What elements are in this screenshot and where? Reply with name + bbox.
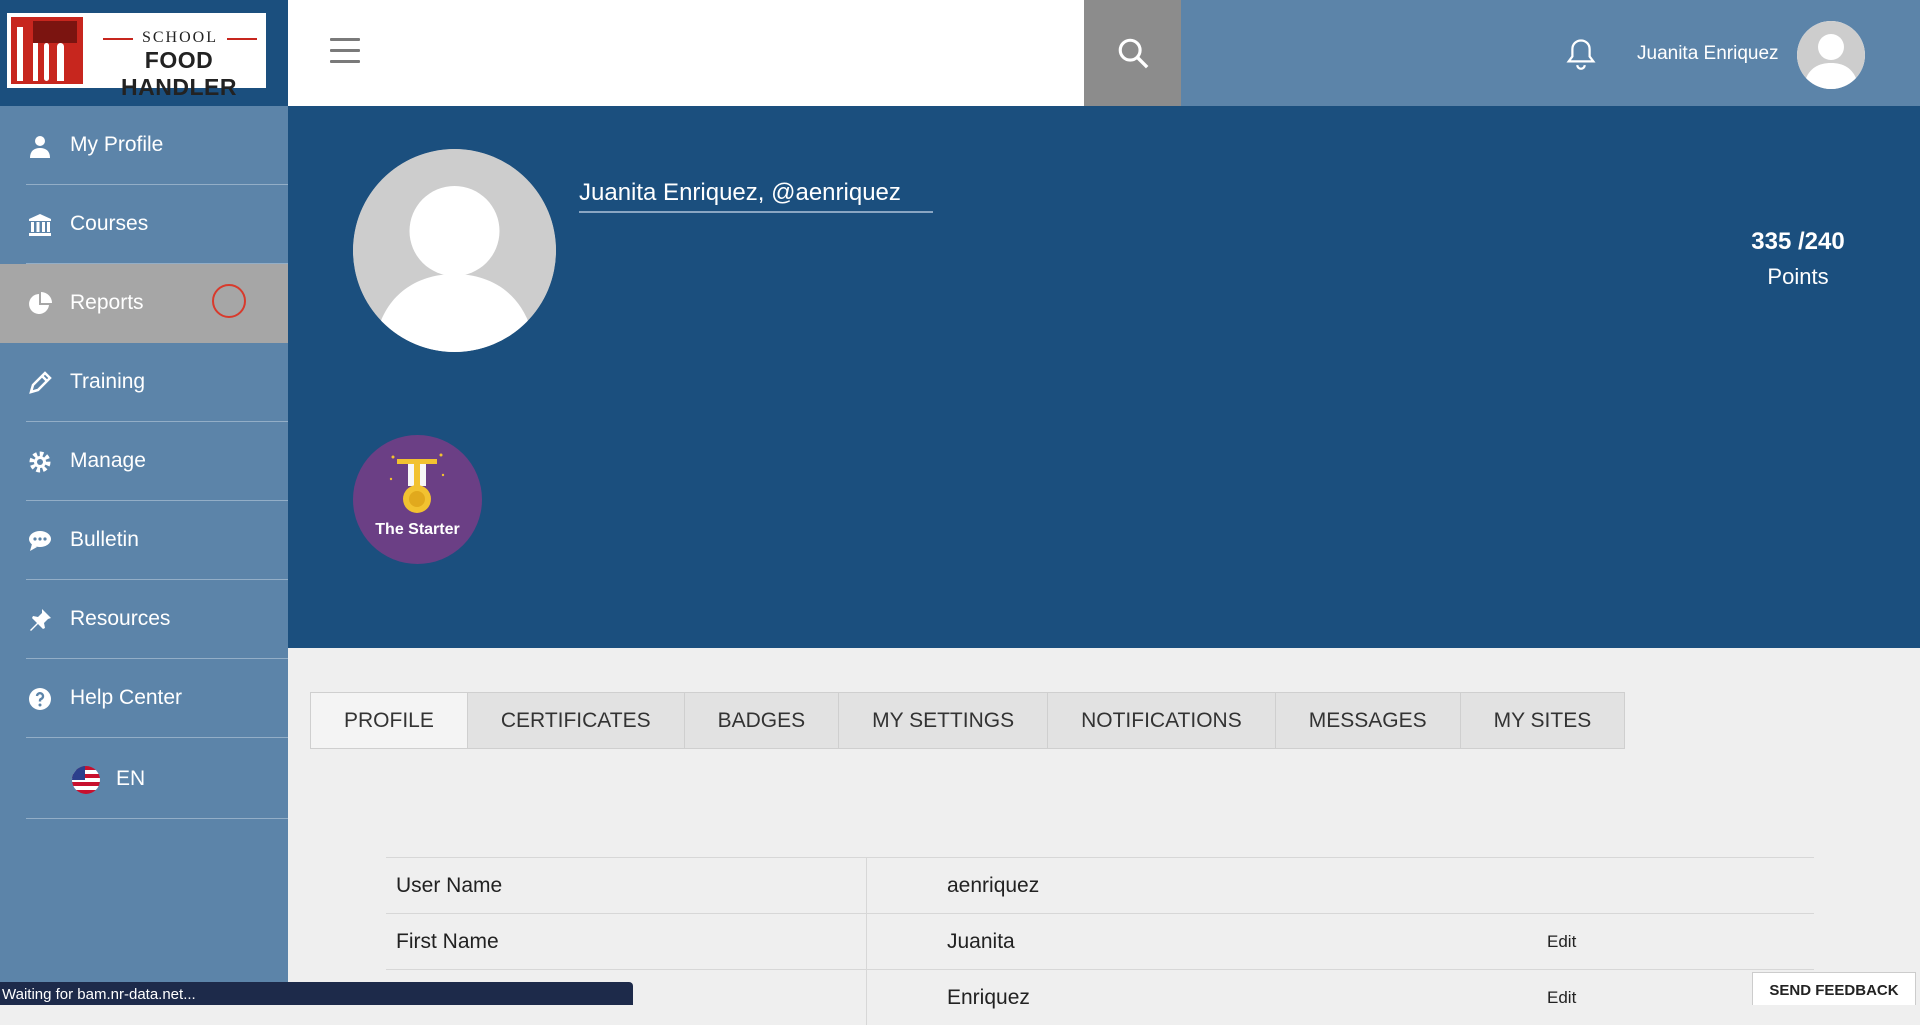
gear-icon [28,450,52,474]
sidebar-item-label: Reports [70,291,144,315]
profile-tabs: PROFILE CERTIFICATES BADGES MY SETTINGS … [310,692,1625,749]
send-feedback-button[interactable]: SEND FEEDBACK [1752,972,1916,1005]
sidebar-item-my-profile[interactable]: My Profile [0,106,288,185]
search-button[interactable] [1084,0,1181,106]
logo-text-school: SCHOOL [102,29,258,47]
tab-my-sites[interactable]: MY SITES [1461,693,1625,748]
edit-button [1547,858,1814,914]
sidebar: SCHOOL FOOD HANDLER My Profile Courses R… [0,0,288,1005]
user-avatar[interactable] [1797,21,1865,89]
sidebar-item-label: Training [70,370,145,394]
profile-avatar[interactable] [353,149,556,352]
top-bar [288,0,1084,106]
question-icon [28,687,52,711]
medal-icon [353,435,482,564]
sidebar-item-label: Resources [70,607,170,631]
bell-icon[interactable] [1566,38,1596,70]
tab-notifications[interactable]: NOTIFICATIONS [1048,693,1276,748]
sidebar-item-resources[interactable]: Resources [0,580,288,659]
field-value: Enriquez [867,970,1548,1025]
tab-my-settings[interactable]: MY SETTINGS [839,693,1048,748]
profile-name-handle: Juanita Enriquez, @aenriquez [579,179,933,213]
sidebar-item-label: Help Center [70,686,182,710]
sidebar-item-bulletin[interactable]: Bulletin [0,501,288,580]
language-label: EN [116,767,145,791]
browser-status-bar: Waiting for bam.nr-data.net... [0,982,633,1005]
field-value: Juanita [867,914,1548,970]
table-row: User Name aenriquez [386,858,1814,914]
logo-area: SCHOOL FOOD HANDLER [0,0,288,106]
hamburger-menu-button[interactable] [330,38,360,66]
bank-icon [28,213,52,237]
sidebar-item-help-center[interactable]: Help Center [0,659,288,738]
tab-profile[interactable]: PROFILE [311,693,468,748]
avatar-silhouette-icon [1797,21,1865,89]
logo-text-food-handler: FOOD HANDLER [94,47,264,101]
points-value: 335 /240 [1700,228,1896,256]
tab-messages[interactable]: MESSAGES [1276,693,1461,748]
field-label: User Name [386,858,867,914]
pencil-icon [28,371,52,395]
badge-label: The Starter [353,521,482,539]
sidebar-item-label: My Profile [70,133,163,157]
cursor-highlight [212,284,246,318]
sidebar-item-manage[interactable]: Manage [0,422,288,501]
tab-certificates[interactable]: CERTIFICATES [468,693,685,748]
avatar-silhouette-icon [353,149,556,352]
tab-badges[interactable]: BADGES [685,693,840,748]
badge-the-starter[interactable]: The Starter [353,435,482,564]
field-label: First Name [386,914,867,970]
sidebar-item-training[interactable]: Training [0,343,288,422]
sidebar-item-courses[interactable]: Courses [0,185,288,264]
chat-icon [28,529,52,553]
edit-first-name-button[interactable]: Edit [1547,914,1814,970]
sidebar-item-label: Manage [70,449,146,473]
language-selector[interactable]: EN [0,740,288,819]
school-food-handler-logo[interactable]: SCHOOL FOOD HANDLER [7,13,266,88]
points-label: Points [1700,264,1896,290]
us-flag-icon [72,766,100,794]
user-icon [28,134,52,158]
search-icon [1116,36,1150,70]
field-value: aenriquez [867,858,1548,914]
sidebar-item-label: Courses [70,212,148,236]
sidebar-item-label: Bulletin [70,528,139,552]
pin-icon [28,608,52,632]
table-row: First Name Juanita Edit [386,914,1814,970]
pie-chart-icon [28,292,52,316]
header-user-name[interactable]: Juanita Enriquez [1637,43,1779,65]
logo-mark-icon [11,17,83,84]
